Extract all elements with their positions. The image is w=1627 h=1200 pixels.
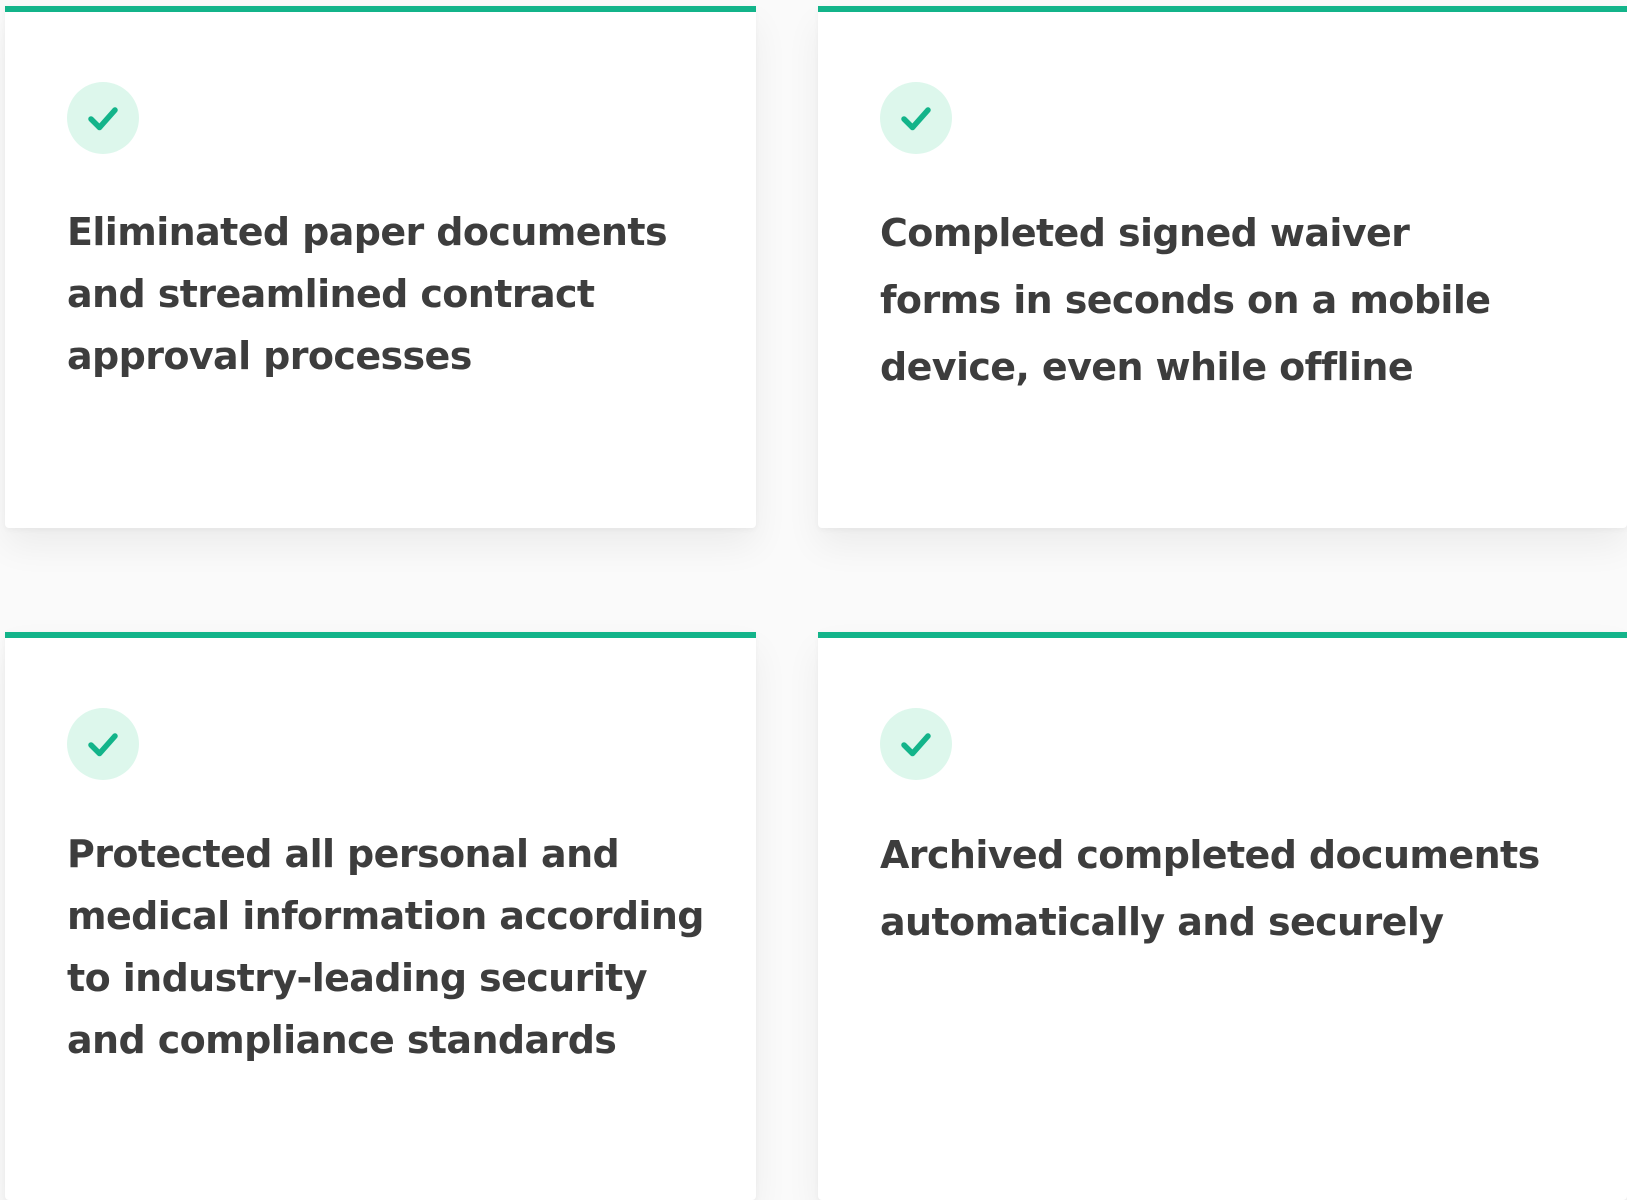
- check-icon-glyph: [901, 107, 931, 131]
- check-icon-glyph: [901, 733, 931, 757]
- benefit-text: Eliminated paper documents and streamlin…: [67, 210, 668, 378]
- check-icon: [67, 708, 139, 780]
- check-icon: [67, 82, 139, 154]
- benefit-card: Protected all personal and medical infor…: [5, 632, 756, 1200]
- benefit-card: Eliminated paper documents and streamlin…: [5, 6, 756, 528]
- check-icon-glyph: [88, 733, 118, 757]
- check-icon: [880, 82, 952, 154]
- check-icon: [880, 708, 952, 780]
- benefit-text: Protected all personal and medical infor…: [67, 832, 705, 1062]
- check-icon-glyph: [88, 107, 118, 131]
- benefit-card: Completed signed waiver forms in seconds…: [818, 6, 1627, 528]
- benefit-text: Completed signed waiver forms in seconds…: [880, 211, 1491, 389]
- benefit-card: Archived completed documents automatical…: [818, 632, 1627, 1200]
- benefit-text: Archived completed documents automatical…: [880, 833, 1540, 944]
